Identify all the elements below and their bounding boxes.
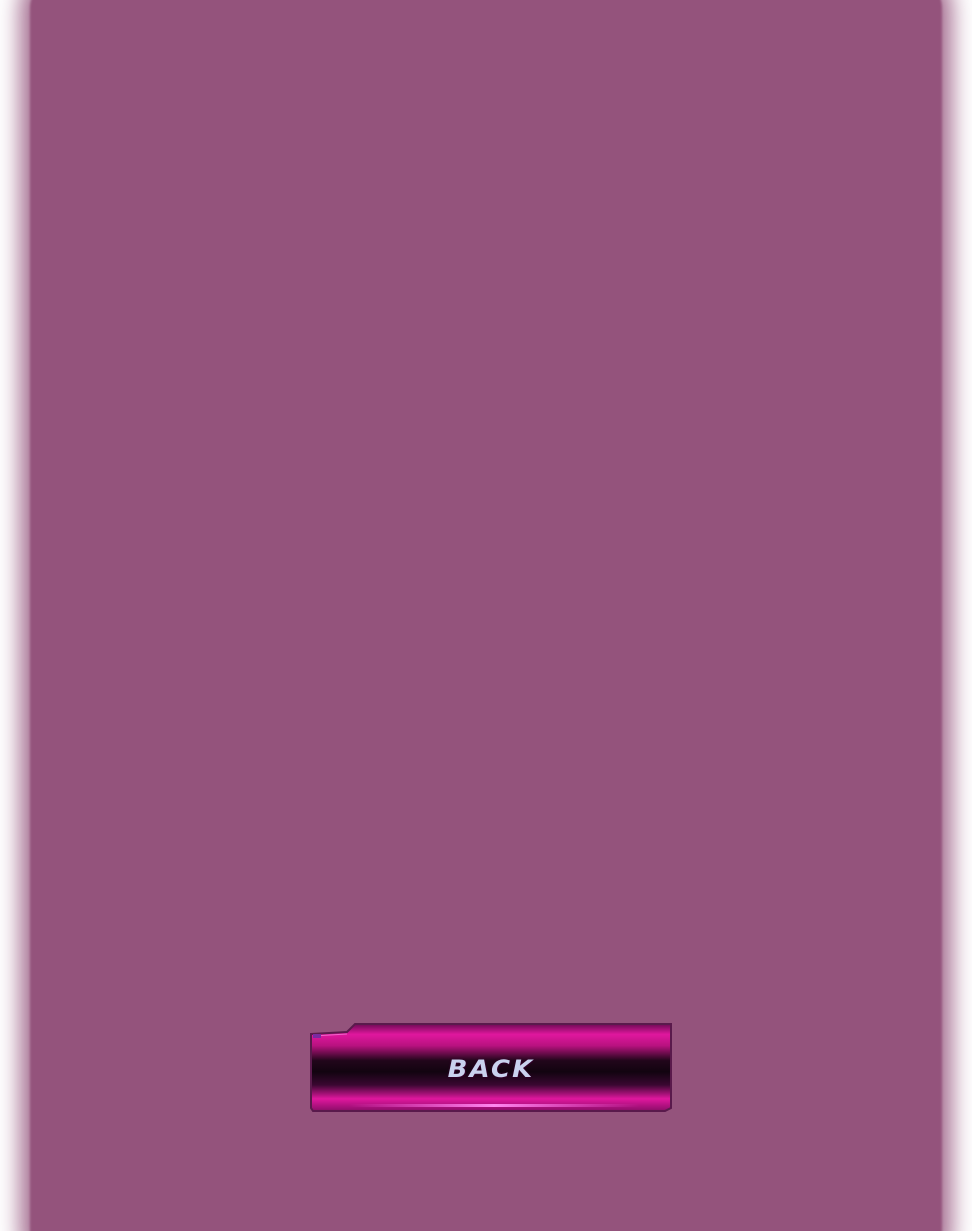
game-screen: BACK	[0, 0, 972, 1231]
back-button-label: BACK	[447, 1055, 535, 1083]
back-button[interactable]: BACK	[309, 1022, 673, 1112]
